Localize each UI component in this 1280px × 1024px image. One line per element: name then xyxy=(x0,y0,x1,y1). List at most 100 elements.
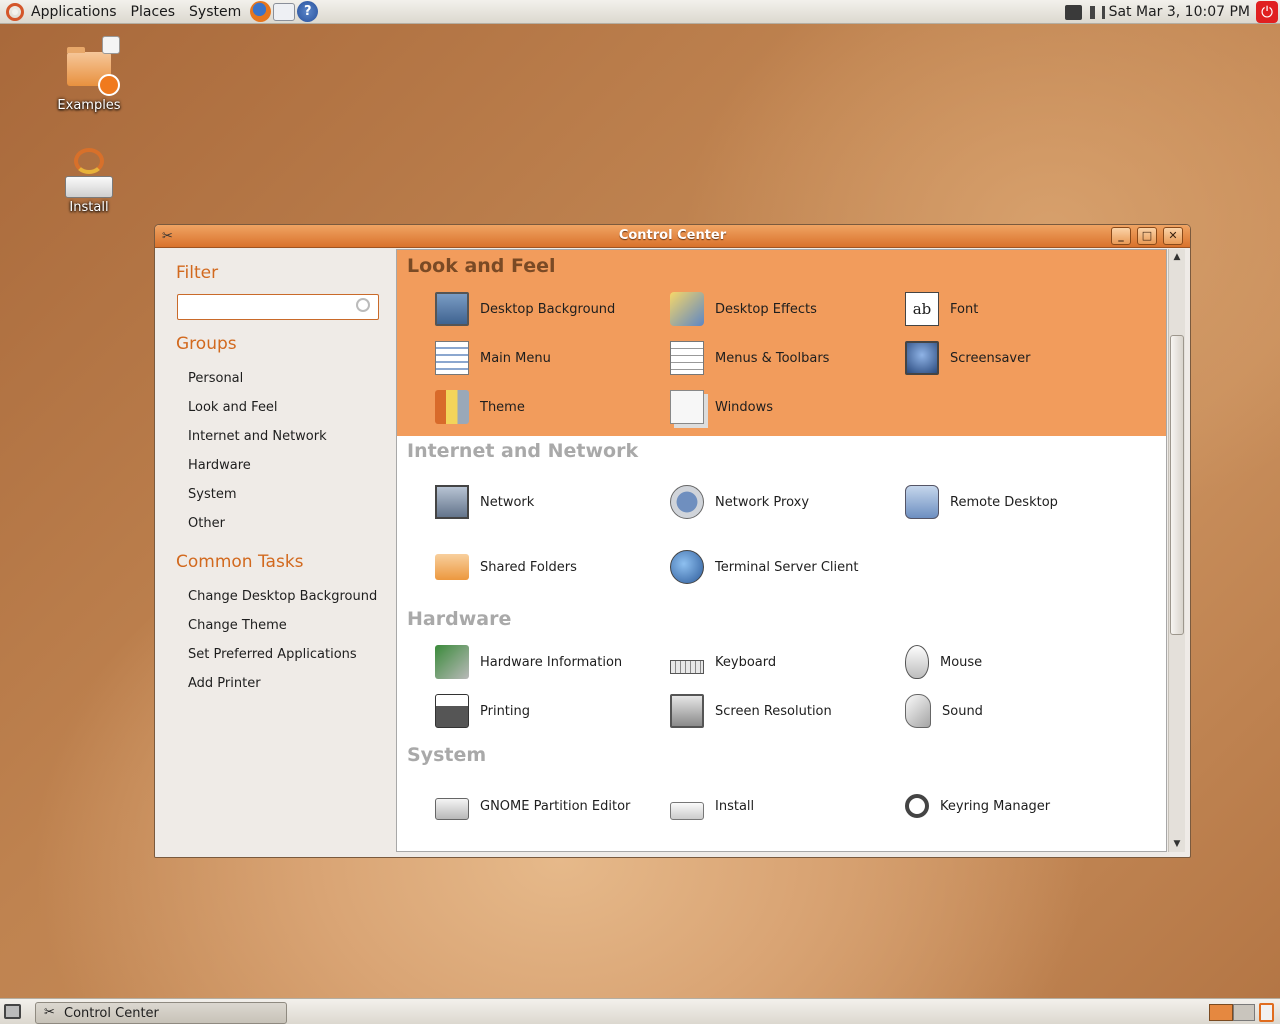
desktop-icon-examples[interactable]: Examples xyxy=(44,36,134,116)
symlink-icon xyxy=(102,36,120,54)
content-scrollbar[interactable]: ▲ ▼ xyxy=(1168,249,1185,852)
install-icon xyxy=(670,802,704,820)
lock-icon xyxy=(98,74,120,96)
top-panel: Applications Places System ? Sat Mar 3, … xyxy=(0,0,1280,24)
section-title-internet-and-network: Internet and Network xyxy=(407,440,639,462)
main-menu-icon xyxy=(435,341,469,375)
window-titlebar[interactable]: ✂ Control Center _ □ ✕ xyxy=(155,225,1190,248)
close-button[interactable]: ✕ xyxy=(1163,227,1183,245)
network-monitor-icon[interactable] xyxy=(1064,4,1082,20)
screensaver-icon xyxy=(905,341,939,375)
task-change-theme[interactable]: Change Theme xyxy=(188,618,287,633)
maximize-button[interactable]: □ xyxy=(1137,227,1157,245)
task-add-printer[interactable]: Add Printer xyxy=(188,676,261,691)
item-keyboard[interactable]: Keyboard xyxy=(670,644,900,680)
workspace-2[interactable] xyxy=(1233,1004,1255,1021)
item-hardware-information[interactable]: Hardware Information xyxy=(435,644,665,680)
show-desktop-icon[interactable] xyxy=(4,1004,21,1019)
group-item-other[interactable]: Other xyxy=(188,516,225,531)
taskbar-button-label: Control Center xyxy=(64,1005,159,1021)
section-title-hardware: Hardware xyxy=(407,608,512,630)
keyboard-icon xyxy=(670,660,704,674)
places-menu[interactable]: Places xyxy=(124,0,183,24)
desktop-icon-label: Examples xyxy=(57,98,121,113)
control-center-window: ✂ Control Center _ □ ✕ Filter Groups Per… xyxy=(154,224,1191,858)
section-title-system: System xyxy=(407,744,487,766)
scrollbar-thumb[interactable] xyxy=(1170,335,1184,635)
group-item-hardware[interactable]: Hardware xyxy=(188,458,251,473)
item-menus-toolbars[interactable]: Menus & Toolbars xyxy=(670,340,900,376)
search-icon xyxy=(356,298,370,312)
system-menu[interactable]: System xyxy=(182,0,248,24)
volume-icon[interactable] xyxy=(1089,5,1105,19)
common-tasks-heading: Common Tasks xyxy=(176,552,304,572)
item-font[interactable]: ab Font xyxy=(905,291,1135,327)
item-network[interactable]: Network xyxy=(435,484,665,520)
item-theme[interactable]: Theme xyxy=(435,389,665,425)
desktop-effects-icon xyxy=(670,292,704,326)
font-icon: ab xyxy=(905,292,939,326)
desktop-icon-install[interactable]: Install xyxy=(44,148,134,218)
filter-heading: Filter xyxy=(176,263,219,283)
group-item-system[interactable]: System xyxy=(188,487,236,502)
workspace-1[interactable] xyxy=(1209,1004,1233,1021)
firefox-icon[interactable] xyxy=(250,1,272,22)
item-gnome-partition-editor[interactable]: GNOME Partition Editor xyxy=(435,788,665,824)
groups-heading: Groups xyxy=(176,334,237,354)
item-keyring-manager[interactable]: Keyring Manager xyxy=(905,788,1135,824)
task-set-preferred-applications[interactable]: Set Preferred Applications xyxy=(188,647,357,662)
scroll-up-arrow-icon[interactable]: ▲ xyxy=(1170,250,1184,264)
search-input[interactable] xyxy=(177,294,379,320)
mouse-icon xyxy=(905,645,929,679)
theme-icon xyxy=(435,390,469,424)
group-item-look-and-feel[interactable]: Look and Feel xyxy=(188,400,278,415)
item-network-proxy[interactable]: Network Proxy xyxy=(670,484,900,520)
partition-editor-icon xyxy=(435,798,469,820)
desktop-background-icon xyxy=(435,292,469,326)
shared-folders-icon xyxy=(435,554,469,580)
mail-icon[interactable] xyxy=(273,2,296,21)
desktop-icon-label: Install xyxy=(69,200,109,215)
minimize-button[interactable]: _ xyxy=(1111,227,1131,245)
terminal-server-client-icon xyxy=(670,550,704,584)
item-screen-resolution[interactable]: Screen Resolution xyxy=(670,693,900,729)
item-terminal-server-client[interactable]: Terminal Server Client xyxy=(670,549,900,585)
clock[interactable]: Sat Mar 3, 10:07 PM xyxy=(1109,4,1250,20)
group-item-internet-and-network[interactable]: Internet and Network xyxy=(188,429,327,444)
window-title: Control Center xyxy=(618,228,727,243)
ubuntu-logo-icon[interactable] xyxy=(6,2,24,21)
install-icon xyxy=(65,176,113,198)
task-change-desktop-background[interactable]: Change Desktop Background xyxy=(188,589,377,604)
tools-icon: ✂ xyxy=(44,1005,55,1020)
group-item-personal[interactable]: Personal xyxy=(188,371,243,386)
power-icon[interactable]: ⏻ xyxy=(1256,1,1278,23)
network-proxy-icon xyxy=(670,485,704,519)
sound-icon xyxy=(905,694,931,728)
item-sound[interactable]: Sound xyxy=(905,693,1135,729)
system-tray: Sat Mar 3, 10:07 PM ⏻ xyxy=(1064,0,1280,24)
content-pane: Look and Feel Desktop Background Desktop… xyxy=(396,249,1167,852)
scroll-down-arrow-icon[interactable]: ▼ xyxy=(1170,837,1184,851)
item-windows[interactable]: Windows xyxy=(670,389,900,425)
item-mouse[interactable]: Mouse xyxy=(905,644,1135,680)
item-desktop-background[interactable]: Desktop Background xyxy=(435,291,665,327)
item-desktop-effects[interactable]: Desktop Effects xyxy=(670,291,900,327)
trash-icon[interactable] xyxy=(1259,1003,1274,1022)
bottom-panel: ✂ Control Center xyxy=(0,998,1280,1024)
hardware-information-icon xyxy=(435,645,469,679)
item-main-menu[interactable]: Main Menu xyxy=(435,340,665,376)
network-icon xyxy=(435,485,469,519)
item-install[interactable]: Install xyxy=(670,788,900,824)
menus-toolbars-icon xyxy=(670,341,704,375)
item-remote-desktop[interactable]: Remote Desktop xyxy=(905,484,1135,520)
taskbar-button-control-center[interactable]: ✂ Control Center xyxy=(35,1002,287,1024)
help-icon[interactable]: ? xyxy=(297,1,319,22)
remote-desktop-icon xyxy=(905,485,939,519)
item-screensaver[interactable]: Screensaver xyxy=(905,340,1135,376)
keyring-icon xyxy=(905,794,929,818)
section-title-look-and-feel: Look and Feel xyxy=(407,255,556,277)
item-shared-folders[interactable]: Shared Folders xyxy=(435,549,665,585)
applications-menu[interactable]: Applications xyxy=(24,0,124,24)
sidebar: Filter Groups Personal Look and Feel Int… xyxy=(155,248,395,857)
item-printing[interactable]: Printing xyxy=(435,693,665,729)
